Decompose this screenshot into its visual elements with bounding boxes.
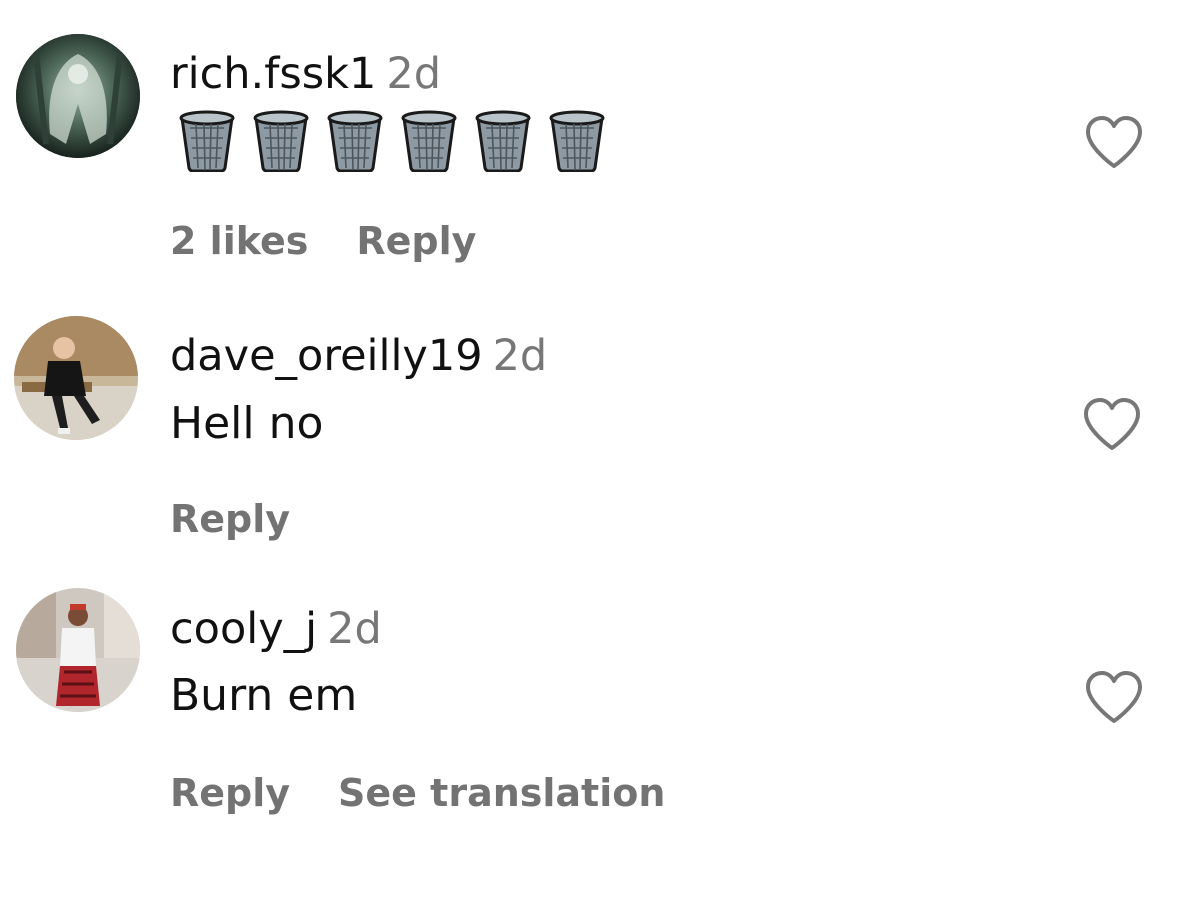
wastebasket-icon [327,110,383,172]
avatar-rich-fssk1[interactable] [16,34,140,158]
comment-emoji-row [178,110,606,172]
username[interactable]: dave_oreilly19 [170,331,483,381]
wastebasket-icon [401,110,457,172]
avatar-image [16,34,140,158]
heart-outline-icon[interactable] [1084,114,1144,170]
avatar-cooly-j[interactable] [16,588,140,712]
comment-text: Burn em [170,670,358,721]
avatar-image [14,316,138,440]
avatar-dave-oreilly19[interactable] [14,316,138,440]
wastebasket-icon [549,110,605,172]
comment-actions: Reply See translation [170,770,665,816]
timestamp: 2d [386,49,442,99]
timestamp: 2d [492,331,548,381]
heart-outline-icon[interactable] [1084,669,1144,725]
timestamp: 2d [327,604,382,654]
comment-header: rich.fssk1 2d [170,48,441,100]
heart-outline-icon[interactable] [1082,396,1142,452]
comment-text: Hell no [170,398,324,449]
comment-header: dave_oreilly19 2d [170,330,547,382]
username[interactable]: rich.fssk1 [170,49,376,99]
avatar-image [16,588,140,712]
wastebasket-icon [179,110,235,172]
likes-count-link[interactable]: 2 likes [170,218,308,264]
username[interactable]: cooly_j [170,604,317,654]
comment-actions: 2 likes Reply [170,218,476,264]
reply-button[interactable]: Reply [170,496,290,542]
comment-header: cooly_j 2d [170,603,382,655]
see-translation-link[interactable]: See translation [338,770,665,816]
wastebasket-icon [253,110,309,172]
comment-actions: Reply [170,496,290,542]
wastebasket-icon [475,110,531,172]
reply-button[interactable]: Reply [356,218,476,264]
reply-button[interactable]: Reply [170,770,290,816]
